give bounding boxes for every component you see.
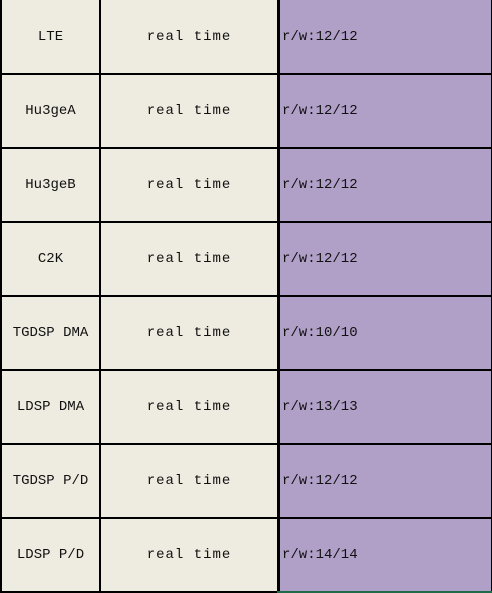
mode-cell: real time: [101, 519, 277, 591]
mode-cell: real time: [101, 149, 277, 221]
table-row: LDSP P/D real time r/w:14/14: [0, 517, 492, 591]
mode-cell: real time: [101, 371, 277, 443]
mode-cell: real time: [101, 297, 277, 369]
rw-cell: r/w:12/12: [280, 75, 491, 147]
rw-cell: r/w:12/12: [280, 223, 491, 295]
rw-cell: r/w:12/12: [280, 0, 491, 73]
mode-cell: real time: [101, 0, 277, 73]
mode-cell: real time: [101, 223, 277, 295]
name-cell: LDSP P/D: [2, 519, 99, 591]
table-row: TGDSP DMA real time r/w:10/10: [0, 295, 492, 369]
rw-cell: r/w:14/14: [280, 519, 491, 591]
name-cell: TGDSP DMA: [2, 297, 99, 369]
name-cell: C2K: [2, 223, 99, 295]
table-row: LTE real time r/w:12/12: [0, 0, 492, 73]
status-table: LTE real time r/w:12/12 Hu3geA real time r/w:…: [0, 0, 492, 591]
rw-cell: r/w:13/13: [280, 371, 491, 443]
table-row: C2K real time r/w:12/12: [0, 221, 492, 295]
rw-cell: r/w:10/10: [280, 297, 491, 369]
name-cell: LTE: [2, 0, 99, 73]
table-row: TGDSP P/D real time r/w:12/12: [0, 443, 492, 517]
name-cell: LDSP DMA: [2, 371, 99, 443]
name-cell: Hu3geA: [2, 75, 99, 147]
table-row: Hu3geB real time r/w:12/12: [0, 147, 492, 221]
rw-cell: r/w:12/12: [280, 149, 491, 221]
table-row: LDSP DMA real time r/w:13/13: [0, 369, 492, 443]
name-cell: TGDSP P/D: [2, 445, 99, 517]
rw-cell: r/w:12/12: [280, 445, 491, 517]
mode-cell: real time: [101, 75, 277, 147]
table-row: Hu3geA real time r/w:12/12: [0, 73, 492, 147]
name-cell: Hu3geB: [2, 149, 99, 221]
mode-cell: real time: [101, 445, 277, 517]
